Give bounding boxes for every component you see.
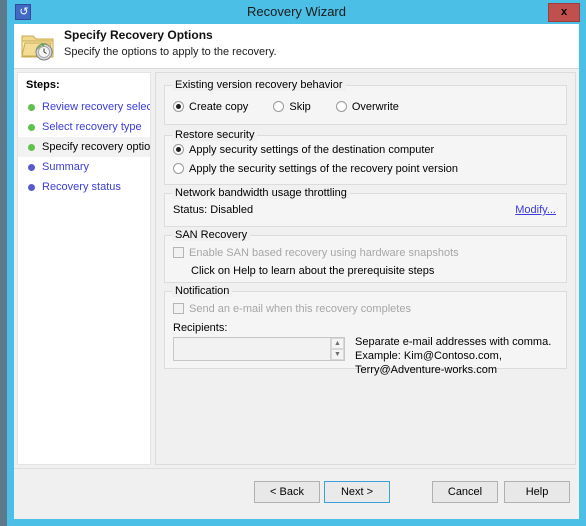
checkbox-enable-san-recovery[interactable]: Enable SAN based recovery using hardware… <box>173 246 459 260</box>
existing-version-radio-group: Create copy Skip Overwrite <box>173 100 421 114</box>
header-text-block: Specify Recovery Options Specify the opt… <box>64 27 277 60</box>
recipients-hint-line1: Separate e-mail addresses with comma. <box>355 336 552 348</box>
sidebar-item-recovery-status[interactable]: Recovery status <box>18 177 150 197</box>
page-title: Specify Recovery Options <box>64 28 213 42</box>
header-banner: Specify Recovery Options Specify the opt… <box>14 24 579 69</box>
back-button[interactable]: < Back <box>254 481 320 503</box>
radio-apply-destination-security[interactable]: Apply security settings of the destinati… <box>173 143 434 157</box>
modify-link[interactable]: Modify... <box>515 204 556 216</box>
recipients-input[interactable]: ▲ ▼ <box>173 337 345 361</box>
checkbox-mark-icon <box>173 247 184 258</box>
recipients-label: Recipients: <box>173 322 228 334</box>
options-content-panel: Existing version recovery behavior Creat… <box>155 72 576 465</box>
recipients-hint-line2: Example: Kim@Contoso.com, Terry@Adventur… <box>355 350 502 376</box>
dialog-button-bar: < Back Next > Cancel Help <box>14 468 576 513</box>
network-throttling-groupbox: Network bandwidth usage throttling Statu… <box>164 187 567 227</box>
radio-label: Skip <box>289 101 311 113</box>
sidebar-item-label: Select recovery type <box>42 121 142 133</box>
sidebar-item-select-recovery-type[interactable]: Select recovery type <box>18 117 150 137</box>
step-bullet-icon <box>28 144 35 151</box>
restore-security-title: Restore security <box>172 129 258 141</box>
radio-label: Create copy <box>189 101 249 113</box>
sidebar-item-label: Summary <box>42 161 90 173</box>
recovery-wizard-window: ↺ Recovery Wizard x Specify Recovery Opt… <box>7 0 586 526</box>
checkbox-mark-icon <box>173 303 184 314</box>
close-icon[interactable]: x <box>548 3 580 22</box>
radio-overwrite[interactable]: Overwrite <box>335 100 399 114</box>
radio-apply-recovery-point-security[interactable]: Apply the security settings of the recov… <box>173 162 458 176</box>
steps-list: Review recovery selection Select recover… <box>18 97 150 197</box>
sidebar-item-review-recovery-selection[interactable]: Review recovery selection <box>18 97 150 117</box>
cancel-button[interactable]: Cancel <box>432 481 498 503</box>
background-window-sliver <box>0 0 7 526</box>
restore-security-groupbox: Restore security Apply security settings… <box>164 129 567 185</box>
existing-version-title: Existing version recovery behavior <box>172 79 346 91</box>
step-bullet-icon <box>28 184 35 191</box>
checkbox-send-email[interactable]: Send an e-mail when this recovery comple… <box>173 302 411 316</box>
title-bar: ↺ Recovery Wizard x <box>7 0 586 24</box>
san-recovery-groupbox: SAN Recovery Enable SAN based recovery u… <box>164 229 567 283</box>
dialog-client-area: Specify Recovery Options Specify the opt… <box>14 24 579 519</box>
radio-label: Apply security settings of the destinati… <box>189 144 435 156</box>
san-recovery-hint: Click on Help to learn about the prerequ… <box>191 265 435 277</box>
radio-mark-icon <box>173 144 184 155</box>
next-button[interactable]: Next > <box>324 481 390 503</box>
radio-skip[interactable]: Skip <box>273 100 311 114</box>
existing-version-groupbox: Existing version recovery behavior Creat… <box>164 79 567 125</box>
notification-title: Notification <box>172 285 233 297</box>
notification-groupbox: Notification Send an e-mail when this re… <box>164 285 567 376</box>
radio-label: Overwrite <box>351 101 399 113</box>
radio-label: Apply the security settings of the recov… <box>189 163 459 175</box>
san-recovery-title: SAN Recovery <box>172 229 251 241</box>
radio-mark-icon <box>335 101 347 112</box>
network-throttling-status: Status: Disabled <box>173 204 254 216</box>
scroll-up-icon[interactable]: ▲ <box>331 338 344 349</box>
radio-mark-icon <box>173 163 184 174</box>
checkbox-label: Send an e-mail when this recovery comple… <box>189 303 411 315</box>
recipients-scrollbar[interactable]: ▲ ▼ <box>330 338 344 360</box>
radio-mark-icon <box>273 101 285 112</box>
folder-clock-icon <box>21 35 54 61</box>
sidebar-item-label: Review recovery selection <box>42 101 150 113</box>
steps-sidebar: Steps: Review recovery selection Select … <box>17 72 151 465</box>
scroll-down-icon[interactable]: ▼ <box>331 349 344 360</box>
step-bullet-icon <box>28 124 35 131</box>
step-bullet-icon <box>28 164 35 171</box>
window-title: Recovery Wizard <box>247 4 346 19</box>
checkbox-label: Enable SAN based recovery using hardware… <box>189 247 459 259</box>
radio-mark-icon <box>173 101 184 112</box>
sidebar-item-summary[interactable]: Summary <box>18 157 150 177</box>
page-subtitle: Specify the options to apply to the reco… <box>64 46 277 58</box>
step-bullet-icon <box>28 104 35 111</box>
sidebar-item-specify-recovery-options[interactable]: Specify recovery options <box>18 137 150 157</box>
network-throttling-title: Network bandwidth usage throttling <box>172 187 350 199</box>
recipients-hint: Separate e-mail addresses with comma. Ex… <box>355 335 566 377</box>
radio-create-copy[interactable]: Create copy <box>173 100 248 114</box>
sidebar-item-label: Specify recovery options <box>42 141 151 153</box>
sidebar-item-label: Recovery status <box>42 181 121 193</box>
steps-heading: Steps: <box>26 79 60 91</box>
dialog-body: Steps: Review recovery selection Select … <box>14 69 579 519</box>
help-button[interactable]: Help <box>504 481 570 503</box>
